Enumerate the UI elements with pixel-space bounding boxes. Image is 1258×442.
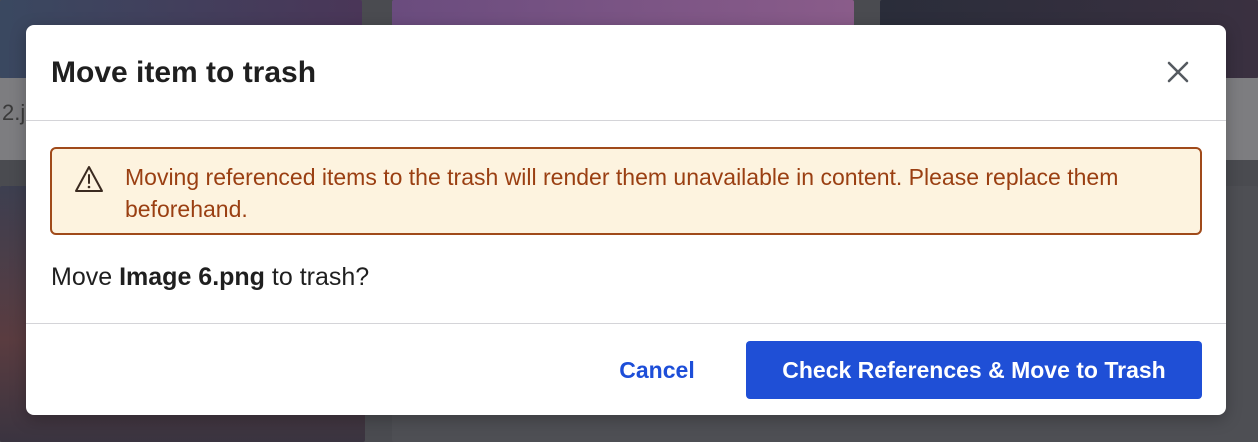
warning-alert: Moving referenced items to the trash wil… [50, 147, 1202, 235]
item-filename: Image 6.png [119, 263, 265, 291]
check-references-move-to-trash-button[interactable]: Check References & Move to Trash [746, 341, 1202, 399]
confirmation-question: Move Image 6.png to trash? [51, 261, 369, 293]
background-filename: 2.j [2, 100, 26, 125]
close-icon [1167, 61, 1189, 83]
move-to-trash-dialog: Move item to trash Moving referenced ite… [26, 25, 1226, 415]
warning-triangle-icon [75, 166, 103, 192]
close-button[interactable] [1160, 54, 1196, 90]
dialog-header: Move item to trash [26, 25, 1226, 121]
background-thumbnail [392, 0, 854, 26]
cancel-button[interactable]: Cancel [602, 342, 712, 398]
question-suffix: to trash? [264, 263, 370, 291]
warning-message: Moving referenced items to the trash wil… [125, 164, 1119, 222]
dialog-footer: Cancel Check References & Move to Trash [26, 323, 1226, 415]
question-prefix: Move [51, 263, 120, 291]
dialog-title: Move item to trash [51, 56, 317, 89]
